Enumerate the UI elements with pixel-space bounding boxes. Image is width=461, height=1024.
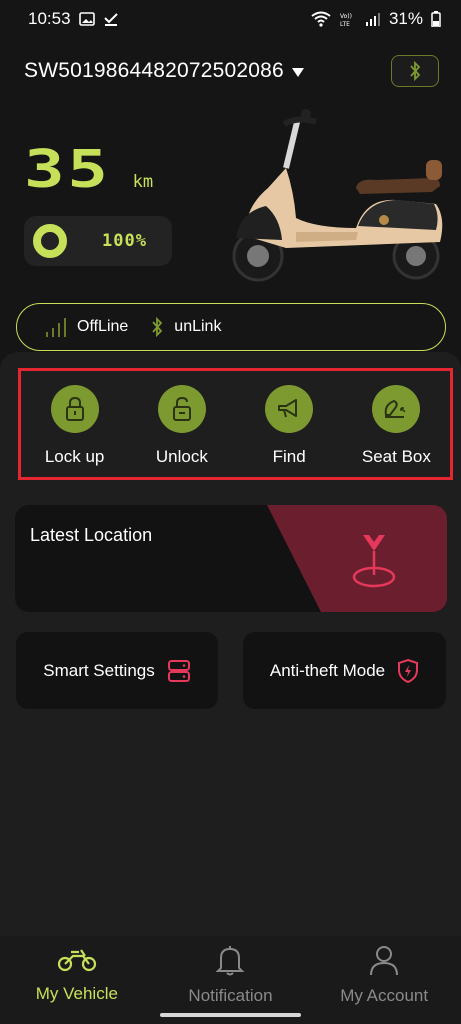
lock-open-icon — [172, 396, 191, 421]
range-value: 35 — [24, 140, 111, 200]
range-unit: km — [132, 172, 154, 192]
motorcycle-icon — [57, 949, 96, 972]
lock-up-label: Lock up — [44, 447, 105, 466]
tab-my-vehicle[interactable]: My Vehicle — [2, 936, 152, 1024]
tab-my-vehicle-label: My Vehicle — [35, 984, 118, 1003]
horn-icon — [278, 399, 298, 418]
shield-bolt-icon — [398, 658, 419, 683]
device-id-label: SW5019864482072502086 — [24, 59, 284, 82]
lock-up-button[interactable]: Lock up — [25, 385, 125, 467]
find-circle — [265, 385, 314, 433]
svg-text:LTE: LTE — [340, 21, 350, 27]
unlock-label: Unlock — [155, 447, 208, 466]
svg-text:Vo)): Vo)) — [340, 13, 352, 20]
caret-down-icon — [291, 67, 304, 77]
latest-location-card[interactable]: Latest Location — [15, 505, 447, 612]
smart-settings-label: Smart Settings — [43, 660, 155, 680]
wifi-icon — [311, 11, 331, 27]
server-icon — [167, 659, 190, 682]
tab-my-account[interactable]: My Account — [309, 936, 459, 1024]
quick-actions: Lock up Unlock Find Seat Box — [18, 368, 453, 480]
status-bar: 10:53 Vo)) LTE 31% — [0, 0, 461, 38]
bluetooth-status-label: unLink — [174, 318, 222, 335]
user-icon — [370, 946, 399, 976]
check-download-icon — [103, 13, 118, 26]
anti-theft-label: Anti-theft Mode — [269, 660, 386, 680]
range-display: 35 km — [24, 140, 153, 200]
network-status-label: OffLine — [77, 318, 129, 335]
device-selector[interactable]: SW5019864482072502086 — [24, 59, 304, 83]
bluetooth-status-icon — [152, 317, 163, 337]
scooter-image — [232, 109, 443, 282]
tab-my-account-label: My Account — [340, 986, 429, 1005]
signal-bars-icon — [46, 318, 66, 337]
tab-notification[interactable]: Notification — [155, 936, 305, 1024]
battery-card: 100% — [24, 216, 172, 266]
find-label: Find — [272, 447, 306, 466]
signal-icon — [365, 13, 380, 26]
unlock-button[interactable]: Unlock — [132, 385, 232, 467]
status-right: Vo)) LTE 31% — [311, 9, 441, 29]
seat-box-button[interactable]: Seat Box — [346, 385, 446, 467]
gallery-icon — [78, 12, 95, 26]
bluetooth-button[interactable] — [391, 55, 439, 87]
anti-theft-card[interactable]: Anti-theft Mode — [243, 632, 446, 709]
volte-icon: Vo))LTE — [340, 13, 352, 27]
connection-status-bar: OffLine unLink — [16, 303, 446, 351]
lock-closed-icon — [65, 396, 84, 421]
home-indicator[interactable] — [160, 1013, 301, 1017]
bluetooth-icon — [410, 61, 421, 81]
seat-box-circle — [372, 385, 421, 433]
battery-status-icon — [431, 11, 441, 27]
bell-icon — [216, 946, 245, 976]
find-button[interactable]: Find — [239, 385, 339, 467]
latest-location-title: Latest Location — [30, 525, 153, 545]
status-left: 10:53 — [28, 9, 119, 29]
battery-ring-icon — [33, 224, 67, 258]
battery-percent: 100% — [102, 231, 147, 251]
bottom-tab-bar: My Vehicle Notification My Account — [0, 936, 461, 1024]
seat-box-label: Seat Box — [361, 447, 431, 466]
status-time: 10:53 — [28, 9, 71, 28]
status-battery-text: 31% — [388, 9, 423, 28]
smart-settings-card[interactable]: Smart Settings — [16, 632, 218, 709]
location-pin-icon — [352, 535, 396, 588]
device-row: SW5019864482072502086 — [24, 55, 439, 87]
seat-box-icon — [385, 399, 406, 418]
lock-up-circle — [50, 385, 99, 433]
tab-notification-label: Notification — [188, 986, 273, 1005]
unlock-circle — [157, 385, 206, 433]
